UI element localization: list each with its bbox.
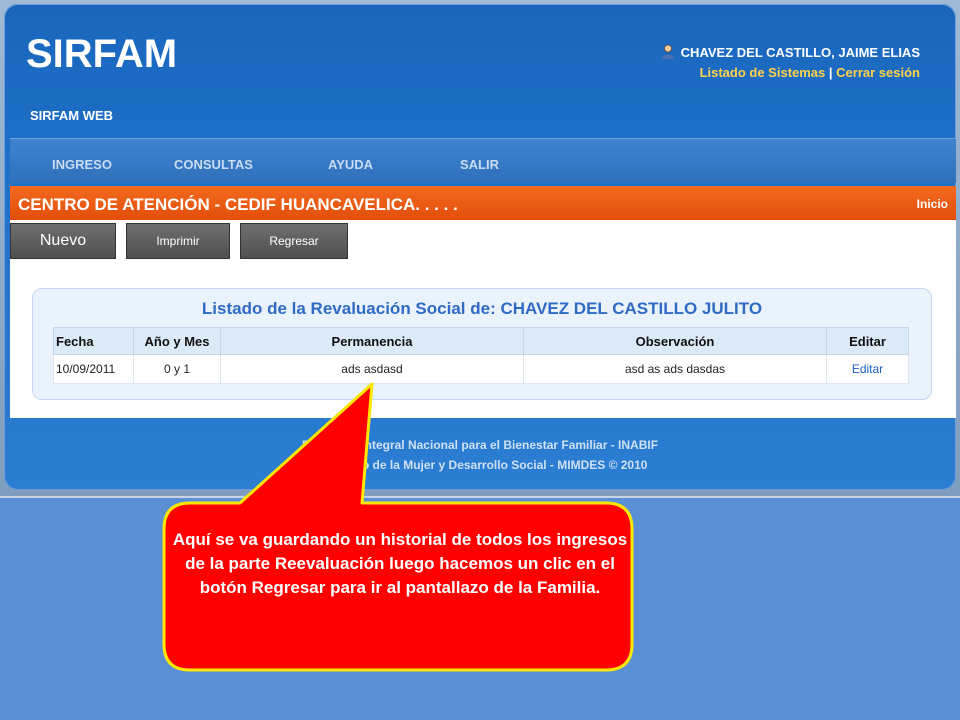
main-navbar: INGRESO CONSULTAS AYUDA SALIR (10, 138, 956, 183)
user-name-row: CHAVEZ DEL CASTILLO, JAIME ELIAS (661, 44, 920, 60)
nav-item-ayuda[interactable]: AYUDA (328, 157, 373, 172)
column-header-permanencia: Permanencia (220, 327, 524, 355)
column-header-fecha: Fecha (53, 327, 134, 355)
app-subtitle: SIRFAM WEB (30, 108, 114, 123)
systems-list-link[interactable]: Listado de Sistemas (700, 65, 826, 80)
user-icon (661, 44, 675, 60)
app-logo: SIRFAM (26, 32, 178, 76)
column-header-anio-mes: Año y Mes (133, 327, 221, 355)
app-frame: SIRFAM SIRFAM WEB CHAVEZ DEL CASTILLO, J… (4, 4, 956, 490)
print-button[interactable]: Imprimir (126, 223, 230, 259)
footer-line-2: Ministerio de la Mujer y Desarrollo Soci… (312, 458, 648, 472)
home-link[interactable]: Inicio (917, 197, 948, 211)
center-header-bar: CENTRO DE ATENCIÓN - CEDIF HUANCAVELICA.… (10, 186, 956, 220)
nav-item-ingreso[interactable]: INGRESO (52, 157, 112, 172)
table-header-row: Fecha Año y Mes Permanencia Observación … (53, 327, 909, 355)
cell-permanencia: ads asdasd (220, 354, 524, 384)
callout-text: Aquí se va guardando un historial de tod… (172, 530, 628, 597)
panel-title: Listado de la Revaluación Social de: CHA… (201, 299, 763, 318)
new-button[interactable]: Nuevo (10, 223, 116, 259)
main-content: CENTRO DE ATENCIÓN - CEDIF HUANCAVELICA.… (10, 186, 956, 418)
edit-link[interactable]: Editar (852, 362, 883, 376)
nav-item-consultas[interactable]: CONSULTAS (174, 157, 253, 172)
cell-observacion: asd as ads dasdas (523, 354, 827, 384)
logout-link[interactable]: Cerrar sesión (836, 65, 920, 80)
footer-line-1: Programa Integral Nacional para el Biene… (301, 438, 659, 452)
browser-window: SIRFAM SIRFAM WEB CHAVEZ DEL CASTILLO, J… (0, 0, 960, 498)
nav-item-salir[interactable]: SALIR (460, 157, 499, 172)
user-name: CHAVEZ DEL CASTILLO, JAIME ELIAS (680, 44, 920, 60)
user-area: CHAVEZ DEL CASTILLO, JAIME ELIAS Listado… (661, 44, 920, 80)
reevaluation-panel: Listado de la Revaluación Social de: CHA… (32, 288, 932, 400)
center-title: CENTRO DE ATENCIÓN - CEDIF HUANCAVELICA.… (18, 195, 458, 214)
table-row: 10/09/2011 0 y 1 ads asdasd asd as ads d… (53, 354, 909, 384)
back-button[interactable]: Regresar (240, 223, 348, 259)
column-header-editar: Editar (826, 327, 909, 355)
link-separator: | (828, 65, 833, 80)
cell-editar: Editar (826, 354, 909, 384)
user-links: Listado de Sistemas | Cerrar sesión (661, 65, 920, 80)
cell-anio-mes: 0 y 1 (133, 354, 221, 384)
cell-fecha: 10/09/2011 (53, 354, 134, 384)
reevaluation-table: Fecha Año y Mes Permanencia Observación … (53, 327, 909, 384)
column-header-observacion: Observación (523, 327, 827, 355)
